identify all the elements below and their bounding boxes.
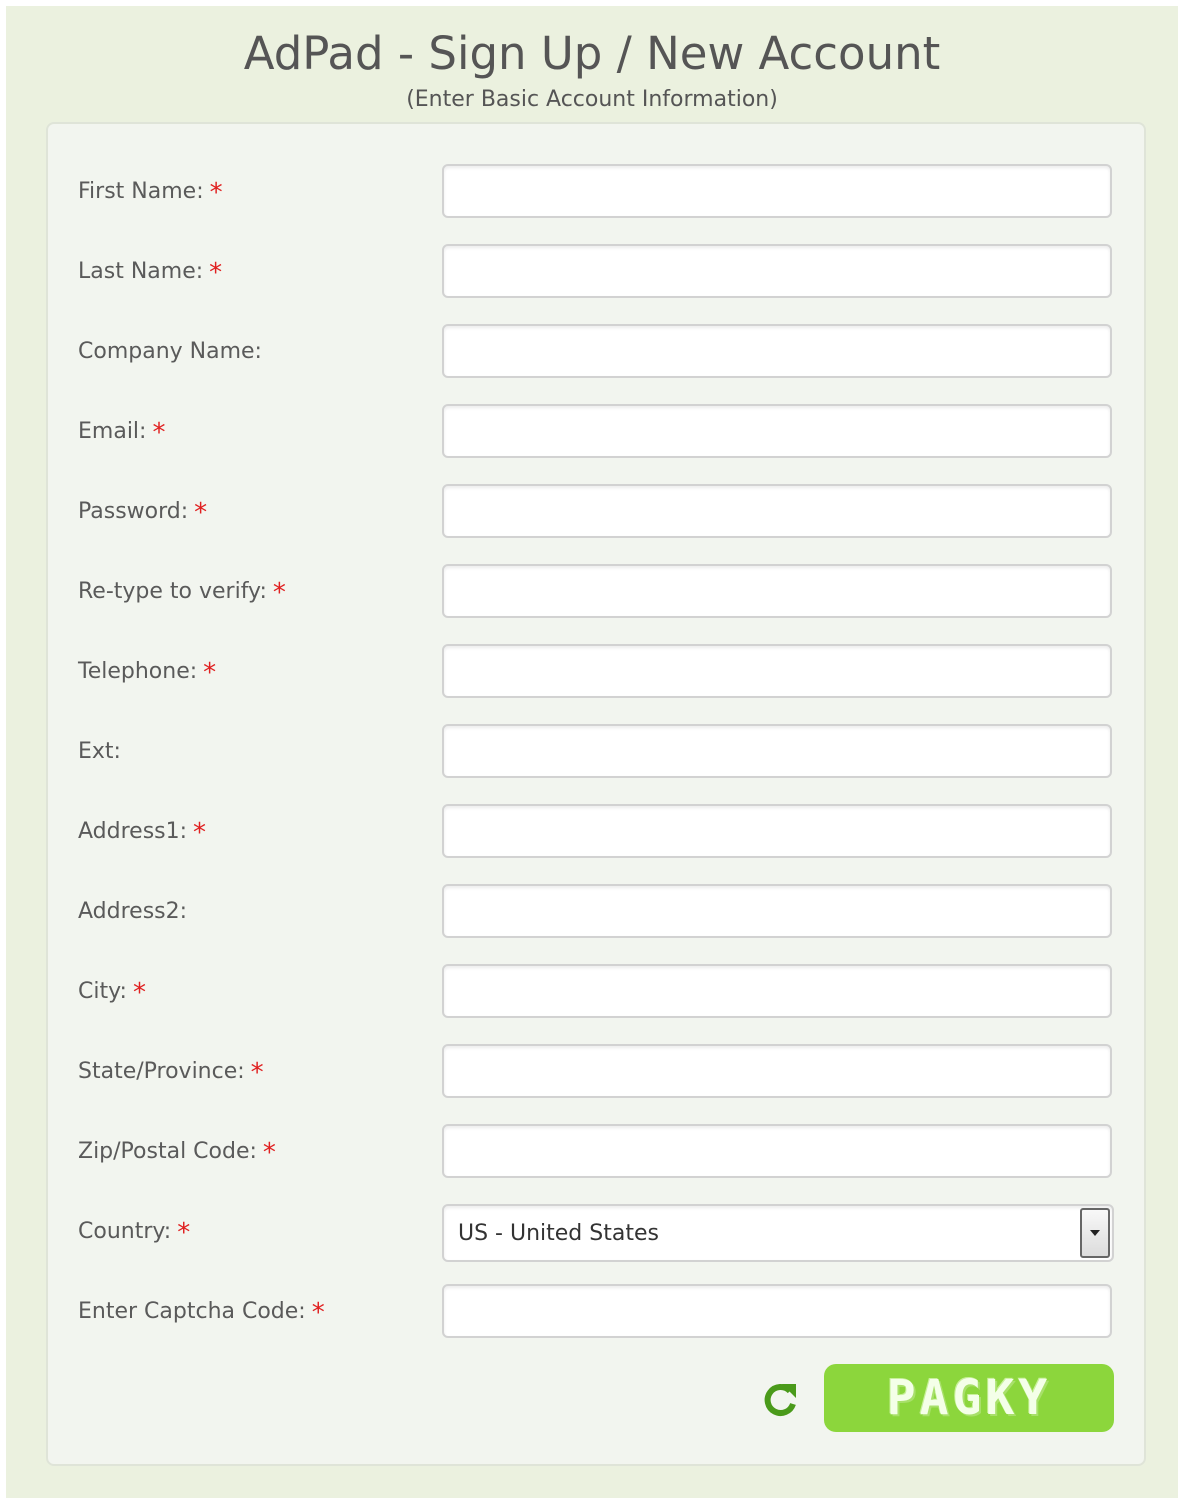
required-marker: * bbox=[203, 658, 217, 688]
country-selected-value: US - United States bbox=[458, 1221, 659, 1246]
form-row-last-name: Last Name: * bbox=[48, 242, 1144, 302]
address1-label: Address1: * bbox=[78, 818, 207, 848]
email-label: Email: * bbox=[78, 418, 166, 448]
required-marker: * bbox=[194, 498, 208, 528]
refresh-icon[interactable] bbox=[758, 1378, 802, 1422]
company-name-label: Company Name: bbox=[78, 339, 262, 364]
form-row-address2: Address2: bbox=[48, 882, 1144, 942]
telephone-label: Telephone: * bbox=[78, 658, 217, 688]
form-row-state-province: State/Province: * bbox=[48, 1042, 1144, 1102]
telephone-input[interactable] bbox=[442, 644, 1112, 698]
ext-label: Ext: bbox=[78, 739, 121, 764]
form-row-ext: Ext: bbox=[48, 722, 1144, 782]
required-marker: * bbox=[250, 1058, 264, 1088]
country-label: Country: * bbox=[78, 1218, 191, 1248]
required-marker: * bbox=[209, 178, 223, 208]
required-marker: * bbox=[209, 258, 223, 288]
last-name-label: Last Name: * bbox=[78, 258, 223, 288]
dropdown-arrow-icon[interactable] bbox=[1080, 1208, 1110, 1258]
page-title: AdPad - Sign Up / New Account bbox=[243, 27, 941, 80]
email-input[interactable] bbox=[442, 404, 1112, 458]
required-marker: * bbox=[311, 1298, 325, 1328]
zip-postal-code-input[interactable] bbox=[442, 1124, 1112, 1178]
form-row-address1: Address1: * bbox=[48, 802, 1144, 862]
address2-label: Address2: bbox=[78, 899, 188, 924]
state-province-input[interactable] bbox=[442, 1044, 1112, 1098]
page-subtitle: (Enter Basic Account Information) bbox=[406, 87, 778, 112]
required-marker: * bbox=[262, 1138, 276, 1168]
retype-password-input[interactable] bbox=[442, 564, 1112, 618]
captcha-label: Enter Captcha Code: * bbox=[78, 1298, 325, 1328]
signup-form-panel: First Name: * Last Name: * Company Name: E… bbox=[46, 122, 1146, 1466]
form-row-company-name: Company Name: bbox=[48, 322, 1144, 382]
ext-input[interactable] bbox=[442, 724, 1112, 778]
required-marker: * bbox=[132, 978, 146, 1008]
form-row-password: Password: * bbox=[48, 482, 1144, 542]
form-row-first-name: First Name: * bbox=[48, 162, 1144, 222]
first-name-label: First Name: * bbox=[78, 178, 223, 208]
required-marker: * bbox=[152, 418, 166, 448]
city-label: City: * bbox=[78, 978, 146, 1008]
city-input[interactable] bbox=[442, 964, 1112, 1018]
first-name-input[interactable] bbox=[442, 164, 1112, 218]
retype-password-label: Re-type to verify: * bbox=[78, 578, 286, 608]
captcha-input[interactable] bbox=[442, 1284, 1112, 1338]
form-row-retype-password: Re-type to verify: * bbox=[48, 562, 1144, 622]
address2-input[interactable] bbox=[442, 884, 1112, 938]
form-row-city: City: * bbox=[48, 962, 1144, 1022]
captcha-image: PAGKY bbox=[824, 1364, 1114, 1432]
form-row-country: Country: * US - United States bbox=[48, 1202, 1144, 1262]
company-name-input[interactable] bbox=[442, 324, 1112, 378]
form-row-telephone: Telephone: * bbox=[48, 642, 1144, 702]
form-row-captcha: Enter Captcha Code: * bbox=[48, 1282, 1144, 1342]
form-row-zip-postal-code: Zip/Postal Code: * bbox=[48, 1122, 1144, 1182]
state-province-label: State/Province: * bbox=[78, 1058, 264, 1088]
form-row-email: Email: * bbox=[48, 402, 1144, 462]
zip-postal-code-label: Zip/Postal Code: * bbox=[78, 1138, 276, 1168]
address1-input[interactable] bbox=[442, 804, 1112, 858]
password-input[interactable] bbox=[442, 484, 1112, 538]
required-marker: * bbox=[177, 1218, 191, 1248]
password-label: Password: * bbox=[78, 498, 208, 528]
last-name-input[interactable] bbox=[442, 244, 1112, 298]
signup-page: AdPad - Sign Up / New Account (Enter Bas… bbox=[6, 6, 1178, 1498]
country-select[interactable]: US - United States bbox=[442, 1204, 1114, 1262]
required-marker: * bbox=[272, 578, 286, 608]
required-marker: * bbox=[193, 818, 207, 848]
